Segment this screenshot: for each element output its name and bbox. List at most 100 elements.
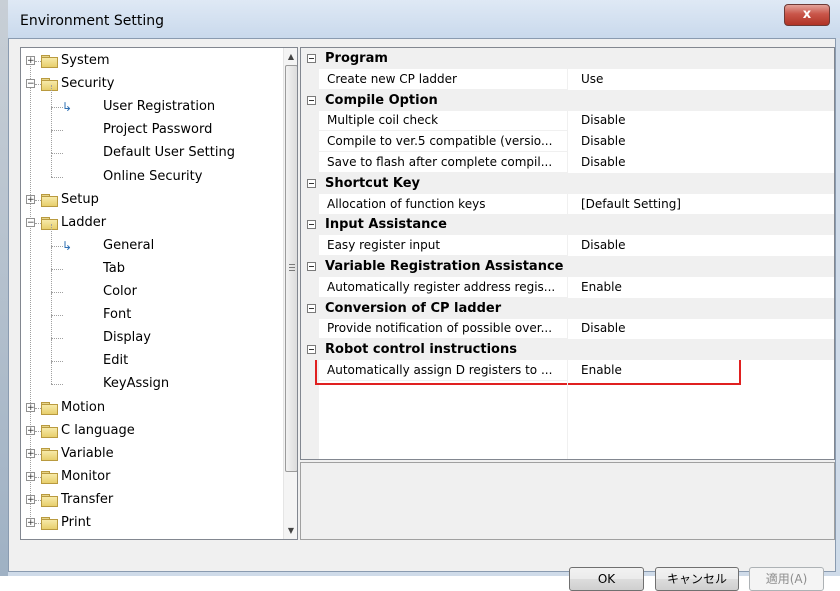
- collapse-icon[interactable]: [307, 178, 316, 188]
- property-row[interactable]: Allocation of function keys [Default Sett…: [301, 193, 834, 215]
- category-label: Conversion of CP ladder: [325, 300, 502, 316]
- collapse-icon[interactable]: [307, 345, 316, 355]
- tree-item-color[interactable]: Color: [21, 270, 281, 303]
- category-label: Shortcut Key: [325, 175, 421, 191]
- ok-button[interactable]: OK: [569, 567, 644, 591]
- expand-icon[interactable]: +: [26, 194, 35, 204]
- folder-icon: [41, 55, 58, 68]
- tree-item-label: KeyAssign: [103, 376, 170, 392]
- scroll-down-arrow-icon[interactable]: ▼: [284, 522, 297, 539]
- collapse-icon[interactable]: [307, 220, 316, 230]
- property-value[interactable]: Disable: [581, 318, 626, 338]
- collapse-icon[interactable]: [307, 303, 316, 313]
- tree-item-print[interactable]: + Print: [21, 512, 281, 534]
- tree-item-label: Monitor: [61, 468, 111, 484]
- property-name: Automatically assign D registers to ...: [327, 363, 553, 377]
- expand-icon[interactable]: +: [26, 425, 35, 435]
- property-row[interactable]: Multiple coil check Disable: [301, 110, 834, 132]
- expand-icon[interactable]: +: [26, 518, 35, 528]
- tree-item-tab[interactable]: Tab: [21, 246, 281, 280]
- property-value[interactable]: Enable: [581, 360, 622, 380]
- tree-item-monitor[interactable]: + Monitor: [21, 466, 281, 488]
- tree-item-setup[interactable]: + Setup: [21, 189, 281, 211]
- expand-icon[interactable]: +: [26, 56, 35, 66]
- property-name: Automatically register address regis...: [327, 279, 556, 294]
- category-robot-control-instructions[interactable]: Robot control instructions: [301, 339, 834, 361]
- property-value[interactable]: Enable: [581, 277, 622, 297]
- tree-item-label: Edit: [103, 353, 129, 369]
- tree-item-variable[interactable]: + Variable: [21, 443, 281, 465]
- cancel-button[interactable]: キャンセル: [655, 567, 739, 591]
- tree-item-keyassign[interactable]: KeyAssign: [21, 362, 281, 395]
- tree-item-edit[interactable]: Edit: [21, 339, 281, 372]
- environment-setting-window: Environment Setting x ▲ ▼ + System − Securi…: [0, 0, 840, 591]
- tree-item-motion[interactable]: + Motion: [21, 397, 281, 419]
- collapse-icon[interactable]: −: [26, 79, 35, 89]
- apply-button[interactable]: 適用(A): [749, 567, 824, 591]
- tree-item-default-user-setting[interactable]: Default User Setting: [21, 131, 281, 164]
- tree-item-transfer[interactable]: + Transfer: [21, 489, 281, 511]
- property-value[interactable]: Use: [581, 69, 603, 89]
- scroll-up-arrow-icon[interactable]: ▲: [284, 48, 297, 65]
- property-value[interactable]: Disable: [581, 110, 626, 130]
- tree-item-security[interactable]: − Security: [21, 73, 281, 95]
- category-variable-registration-assistance[interactable]: Variable Registration Assistance: [301, 256, 834, 277]
- collapse-icon[interactable]: −: [26, 217, 35, 227]
- property-row[interactable]: Automatically register address regis... E…: [301, 276, 834, 298]
- tree-item-general[interactable]: ↳ General: [21, 223, 281, 257]
- property-row[interactable]: Compile to ver.5 compatible (versio... Di…: [301, 131, 834, 153]
- tree-scrollbar[interactable]: ▲ ▼: [283, 48, 297, 539]
- folder-icon: [41, 193, 58, 207]
- tree-item-label: User Registration: [103, 99, 216, 115]
- tree-item-system[interactable]: + System: [21, 50, 281, 72]
- folder-icon: [41, 424, 58, 438]
- title-bar[interactable]: Environment Setting x: [8, 0, 840, 38]
- property-value[interactable]: Disable: [581, 235, 626, 255]
- expand-icon[interactable]: +: [26, 494, 35, 504]
- property-name: Allocation of function keys: [327, 196, 486, 211]
- property-name: Multiple coil check: [327, 113, 439, 128]
- column-divider: [567, 380, 568, 459]
- collapse-icon[interactable]: [307, 95, 316, 105]
- property-row[interactable]: Easy register input Disable: [301, 235, 834, 257]
- tree-item-label: Setup: [61, 191, 99, 207]
- property-value[interactable]: [Default Setting]: [581, 194, 681, 214]
- scrollbar-thumb[interactable]: [285, 65, 297, 472]
- tree-item-ladder[interactable]: − Ladder: [21, 212, 281, 234]
- tree-item-user-registration[interactable]: ↳ User Registration: [21, 85, 281, 118]
- collapse-icon[interactable]: [307, 262, 316, 271]
- tree-item-label: Security: [61, 76, 115, 92]
- category-input-assistance[interactable]: Input Assistance: [301, 214, 834, 236]
- tree-item-label: Online Security: [103, 168, 203, 184]
- tree-item-project-password[interactable]: Project Password: [21, 108, 281, 141]
- property-row[interactable]: Automatically assign D registers to ... E…: [301, 360, 834, 381]
- category-program[interactable]: Program: [301, 48, 834, 69]
- expand-icon[interactable]: +: [26, 471, 35, 481]
- tree-item-c-language[interactable]: + C language: [21, 420, 281, 442]
- close-button[interactable]: x: [784, 4, 830, 26]
- category-shortcut-key[interactable]: Shortcut Key: [301, 172, 834, 194]
- property-row[interactable]: Provide notification of possible over...…: [301, 318, 834, 340]
- category-label: Robot control instructions: [325, 342, 517, 358]
- tree-item-label: Color: [103, 284, 137, 299]
- category-conversion-of-cp-ladder[interactable]: Conversion of CP ladder: [301, 297, 834, 319]
- category-compile-option[interactable]: Compile Option: [301, 89, 834, 111]
- selected-arrow-icon: ↳: [62, 100, 73, 115]
- expand-icon[interactable]: +: [26, 448, 35, 458]
- property-grid[interactable]: Program Create new CP ladder Use Compile Op…: [300, 47, 835, 460]
- folder-icon: [41, 78, 58, 92]
- property-value[interactable]: Disable: [581, 131, 626, 151]
- folder-icon: [41, 216, 58, 230]
- property-row[interactable]: Create new CP ladder Use: [301, 68, 834, 90]
- tree-item-online-security[interactable]: Online Security: [21, 154, 281, 188]
- window-title: Environment Setting: [20, 13, 164, 29]
- tree-item-label: C language: [61, 422, 135, 438]
- tree-item-label: System: [61, 53, 110, 68]
- settings-tree[interactable]: ▲ ▼ + System − Security ↳ User Registration Pr…: [20, 47, 298, 540]
- tree-item-display[interactable]: Display: [21, 316, 281, 349]
- property-row[interactable]: Save to flash after complete compil... Di…: [301, 152, 834, 173]
- expand-icon[interactable]: +: [26, 402, 35, 412]
- tree-item-font[interactable]: Font: [21, 293, 281, 326]
- collapse-icon[interactable]: [307, 54, 316, 63]
- property-value[interactable]: Disable: [581, 152, 626, 172]
